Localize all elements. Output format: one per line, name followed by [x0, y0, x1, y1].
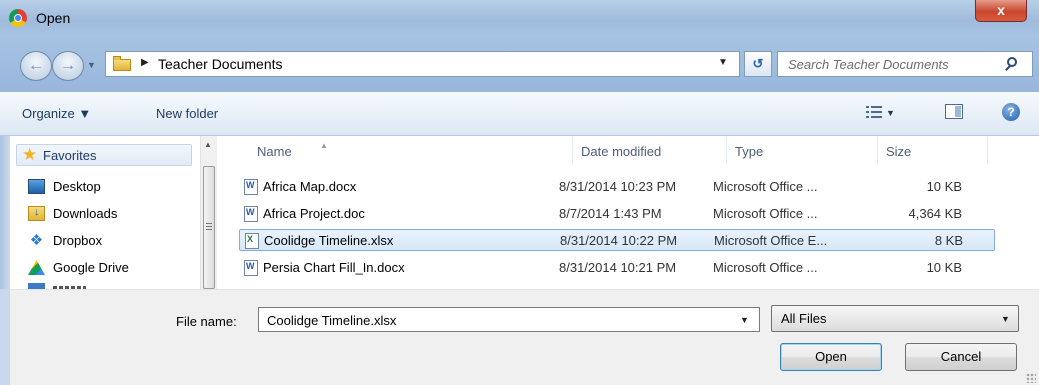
- file-size: 10 KB: [926, 260, 962, 275]
- column-header-size[interactable]: Size: [886, 144, 911, 159]
- favorites-label: Favorites: [43, 148, 97, 163]
- breadcrumb-folder[interactable]: Teacher Documents: [158, 56, 283, 72]
- title-bar: Open x: [0, 0, 1039, 38]
- file-type: Microsoft Office ...: [713, 206, 818, 221]
- chevron-down-icon: ▼: [1001, 314, 1010, 324]
- file-list: Name ▲ Date modified Type Size Africa Ma…: [217, 136, 1039, 289]
- google-drive-icon: [28, 260, 45, 275]
- pane-edge: [0, 136, 10, 289]
- file-type: Microsoft Office ...: [713, 260, 818, 275]
- folder-icon: [113, 56, 131, 71]
- word-document-icon: [244, 260, 258, 276]
- file-type: Microsoft Office ...: [713, 179, 818, 194]
- file-row-selected[interactable]: Coolidge Timeline.xlsx 8/31/2014 10:22 P…: [239, 229, 995, 251]
- close-button[interactable]: x: [975, 0, 1027, 22]
- nav-item-label: Google Drive: [53, 260, 129, 275]
- column-divider[interactable]: [572, 136, 573, 164]
- nav-item-label: Dropbox: [53, 233, 103, 248]
- favorites-header[interactable]: ★ Favorites: [16, 144, 192, 166]
- star-icon: ★: [22, 145, 38, 164]
- word-document-icon: [244, 206, 258, 222]
- breadcrumb-chevron-icon[interactable]: ▶: [141, 57, 149, 68]
- forward-button[interactable]: →: [52, 51, 84, 81]
- back-arrow-icon: ←: [28, 57, 44, 74]
- file-type-select[interactable]: All Files ▼: [771, 305, 1019, 332]
- navigation-pane: ★ Favorites Desktop Downloads ❖ Dropbox …: [0, 136, 214, 289]
- search-icon[interactable]: [1007, 57, 1017, 67]
- column-header-type[interactable]: Type: [735, 144, 763, 159]
- recent-pages-dropdown[interactable]: ▼: [87, 60, 96, 70]
- file-row[interactable]: Africa Project.doc 8/7/2014 1:43 PM Micr…: [239, 203, 995, 225]
- nav-item-label: Desktop: [53, 179, 101, 194]
- file-name: Coolidge Timeline.xlsx: [264, 233, 394, 248]
- forward-arrow-icon: →: [60, 57, 76, 74]
- change-view-icon[interactable]: [866, 105, 882, 119]
- column-header-label: Name: [257, 144, 292, 159]
- address-row: ← → ▼ ▶ Teacher Documents ▼ ↺: [0, 38, 1039, 92]
- column-divider[interactable]: [987, 136, 988, 164]
- search-input[interactable]: [788, 55, 998, 73]
- file-date: 8/31/2014 10:22 PM: [560, 233, 678, 248]
- address-dropdown-icon[interactable]: ▼: [718, 57, 728, 68]
- open-button[interactable]: Open: [780, 343, 882, 371]
- nav-item-dropbox[interactable]: ❖ Dropbox: [28, 230, 198, 252]
- file-size: 8 KB: [934, 233, 963, 248]
- column-header-name[interactable]: Name ▲: [257, 141, 328, 159]
- help-icon[interactable]: ?: [1002, 103, 1020, 121]
- nav-item-partial[interactable]: [28, 279, 88, 289]
- chevron-down-icon[interactable]: ▼: [740, 315, 749, 325]
- address-bar[interactable]: ▶ Teacher Documents ▼: [105, 51, 740, 77]
- column-divider[interactable]: [877, 136, 878, 164]
- nav-item-label: Downloads: [53, 206, 118, 221]
- new-folder-button[interactable]: New folder: [156, 106, 218, 121]
- window-title: Open: [36, 10, 71, 26]
- file-name-input[interactable]: [267, 311, 727, 329]
- file-name: Africa Project.doc: [263, 206, 365, 221]
- file-type: Microsoft Office E...: [714, 233, 828, 248]
- pane-edge: [0, 289, 10, 385]
- dialog-footer: File name: ▼ All Files ▼ Open Cancel: [0, 289, 1039, 385]
- desktop-icon: [28, 179, 45, 194]
- column-divider[interactable]: [726, 136, 727, 164]
- nav-item-downloads[interactable]: Downloads: [28, 203, 198, 225]
- dropbox-icon: ❖: [29, 232, 44, 249]
- scrollbar-grip-icon: [206, 223, 212, 230]
- resize-grip-icon[interactable]: [1026, 373, 1036, 383]
- scrollbar-thumb[interactable]: [203, 166, 215, 289]
- organize-button[interactable]: Organize ▼: [22, 106, 91, 121]
- scroll-up-icon[interactable]: ▲: [204, 140, 212, 149]
- cancel-button[interactable]: Cancel: [905, 343, 1017, 371]
- file-size: 4,364 KB: [908, 206, 963, 221]
- nav-item-google-drive[interactable]: Google Drive: [28, 257, 198, 279]
- view-options-dropdown[interactable]: ▼: [886, 108, 895, 118]
- file-row[interactable]: Africa Map.docx 8/31/2014 10:23 PM Micro…: [239, 176, 995, 198]
- chrome-icon: [9, 9, 27, 27]
- file-name: Africa Map.docx: [263, 179, 357, 194]
- command-bar: Organize ▼ New folder ▼ ?: [0, 92, 1039, 136]
- nav-item-desktop[interactable]: Desktop: [28, 176, 198, 198]
- file-date: 8/31/2014 10:23 PM: [559, 179, 677, 194]
- back-button[interactable]: ←: [20, 51, 52, 81]
- file-row[interactable]: Persia Chart Fill_In.docx 8/31/2014 10:2…: [239, 257, 995, 279]
- file-name-label: File name:: [176, 314, 237, 329]
- file-date: 8/7/2014 1:43 PM: [559, 206, 662, 221]
- file-name: Persia Chart Fill_In.docx: [263, 260, 405, 275]
- navigation-scrollbar[interactable]: ▲: [200, 136, 217, 289]
- file-size: 10 KB: [926, 179, 962, 194]
- search-box[interactable]: [777, 51, 1033, 77]
- excel-workbook-icon: [245, 233, 259, 249]
- file-name-combobox[interactable]: ▼: [258, 307, 760, 332]
- word-document-icon: [244, 179, 258, 195]
- column-header-date[interactable]: Date modified: [581, 144, 661, 159]
- sort-ascending-icon: ▲: [320, 141, 328, 150]
- refresh-button[interactable]: ↺: [744, 51, 772, 77]
- refresh-icon: ↺: [752, 56, 764, 71]
- file-date: 8/31/2014 10:21 PM: [559, 260, 677, 275]
- file-type-value: All Files: [781, 311, 827, 326]
- preview-pane-icon[interactable]: [945, 104, 963, 119]
- downloads-folder-icon: [28, 206, 45, 221]
